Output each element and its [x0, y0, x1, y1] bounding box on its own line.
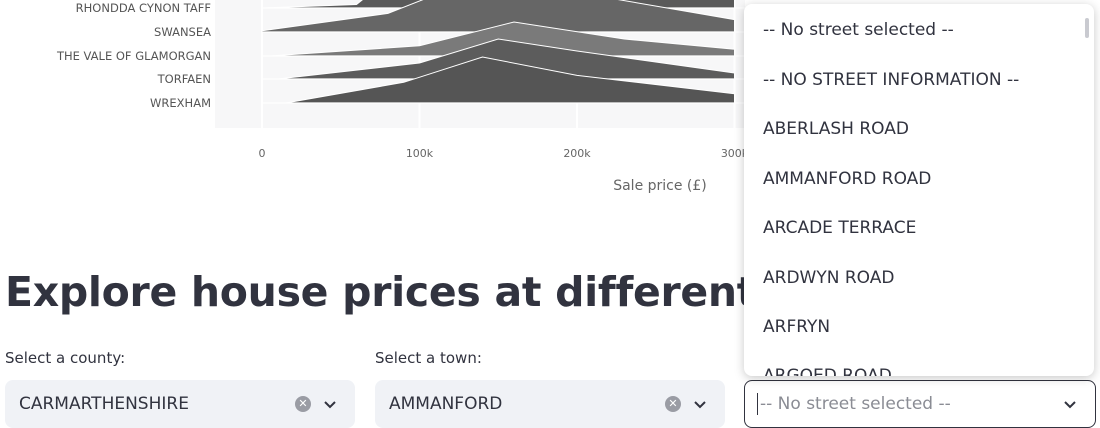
street-options-list: -- No street selected -- -- NO STREET INF…	[744, 4, 1094, 376]
y-tick-label: TORFAEN	[157, 72, 211, 86]
street-placeholder: -- No street selected --	[760, 394, 951, 414]
clear-icon[interactable]: ✕	[665, 396, 681, 412]
street-dropdown-menu[interactable]: -- No street selected -- -- NO STREET INF…	[744, 4, 1094, 376]
county-label: Select a county:	[5, 349, 126, 367]
x-tick-label: 200k	[563, 147, 591, 160]
y-tick-label: SWANSEA	[154, 25, 211, 39]
clear-icon[interactable]: ✕	[295, 396, 311, 412]
text-caret	[757, 393, 758, 415]
street-option[interactable]: ARCADE TERRACE	[744, 204, 1094, 253]
x-tick-label: 100k	[406, 147, 434, 160]
county-value: CARMARTHENSHIRE	[19, 394, 189, 414]
town-select[interactable]: AMMANFORD ✕	[375, 380, 725, 428]
street-select[interactable]: -- No street selected --	[744, 380, 1096, 428]
street-option[interactable]: -- NO STREET INFORMATION --	[744, 56, 1094, 105]
street-option[interactable]: ABERLASH ROAD	[744, 105, 1094, 154]
chevron-down-icon[interactable]	[1063, 397, 1077, 411]
county-select[interactable]: CARMARTHENSHIRE ✕	[5, 380, 355, 428]
street-option[interactable]: AMMANFORD ROAD	[744, 155, 1094, 204]
x-tick-label: 0	[259, 147, 266, 160]
street-option[interactable]: ARFRYN	[744, 303, 1094, 352]
town-label: Select a town:	[375, 349, 482, 367]
chevron-down-icon[interactable]	[323, 397, 337, 411]
y-tick-label: THE VALE OF GLAMORGAN	[56, 49, 211, 63]
chevron-down-icon[interactable]	[693, 397, 707, 411]
y-tick-label: WREXHAM	[150, 96, 211, 110]
street-option[interactable]: ARGOED ROAD	[744, 352, 1094, 376]
street-option[interactable]: -- No street selected --	[744, 4, 1094, 56]
x-axis-title: Sale price (£)	[613, 178, 707, 194]
dropdown-scrollbar[interactable]	[1085, 18, 1089, 38]
town-value: AMMANFORD	[389, 394, 503, 414]
street-option[interactable]: ARDWYN ROAD	[744, 254, 1094, 303]
y-tick-label: RHONDDA CYNON TAFF	[76, 1, 211, 15]
